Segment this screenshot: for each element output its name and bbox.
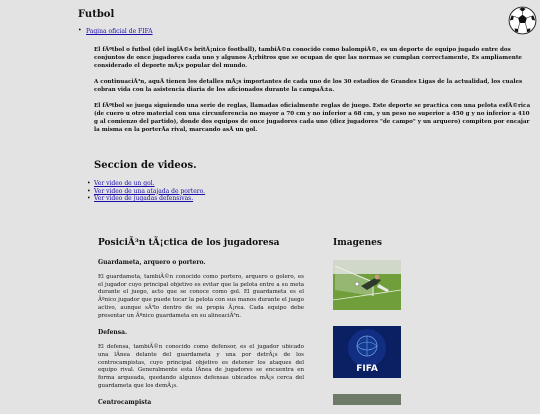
defender-title: Defensa. [98,329,128,337]
soccer-ball-image [508,6,537,35]
goalkeeper-title: Guardameta, arquero o portero. [98,259,206,266]
fifa-link-item: Pagina oficial de FIFA [78,27,153,35]
video-list-item: Ver video de una atajada de portero. [87,188,205,196]
video-list-item: Ver video de jugadas defensivas. [87,195,205,203]
fifa-logo-text: FIFA [356,364,378,374]
fifa-logo-image: FIFA [333,326,401,378]
goalkeeper-save-photo [333,260,401,310]
intro-paragraph-2: A continuaciÃ³n, aquÃ­ tienen los detall… [94,79,523,93]
video-save-link[interactable]: Ver video de una atajada de portero. [94,188,205,195]
fifa-official-link[interactable]: Pagina oficial de FIFA [86,28,153,35]
intro-section: El fÃºtbol o futbol (del inglÃ©s britÃ¡n… [94,46,534,142]
goalkeeper-text: El guardameta, tambiÃ©n conocido como po… [98,274,304,319]
third-image [333,394,401,405]
intro-paragraph-3: El fÃºtbol se juega siguiendo una serie … [94,103,531,133]
videos-heading: Seccion de videos. [94,160,197,171]
midfielder-title: Centrocampista [98,399,152,407]
video-goal-link[interactable]: Ver video de un gol. [94,180,155,187]
positions-heading: PosiciÃ³n tÃ¡ctica de los jugadoresa [98,238,280,248]
video-defense-link[interactable]: Ver video de jugadas defensivas. [94,195,193,202]
page-title: Futbol [78,9,115,20]
positions-column: PosiciÃ³n tÃ¡ctica de los jugadoresa Gua… [98,238,304,414]
video-list-item: Ver video de un gol. [87,180,205,188]
defender-text: El defensa, tambiÃ©n conocido como defen… [98,344,304,389]
intro-paragraph-1: El fÃºtbol o futbol (del inglÃ©s britÃ¡n… [94,47,522,69]
images-heading: Imagenes [333,238,382,248]
video-links-list: Ver video de un gol. Ver video de una at… [87,180,205,203]
